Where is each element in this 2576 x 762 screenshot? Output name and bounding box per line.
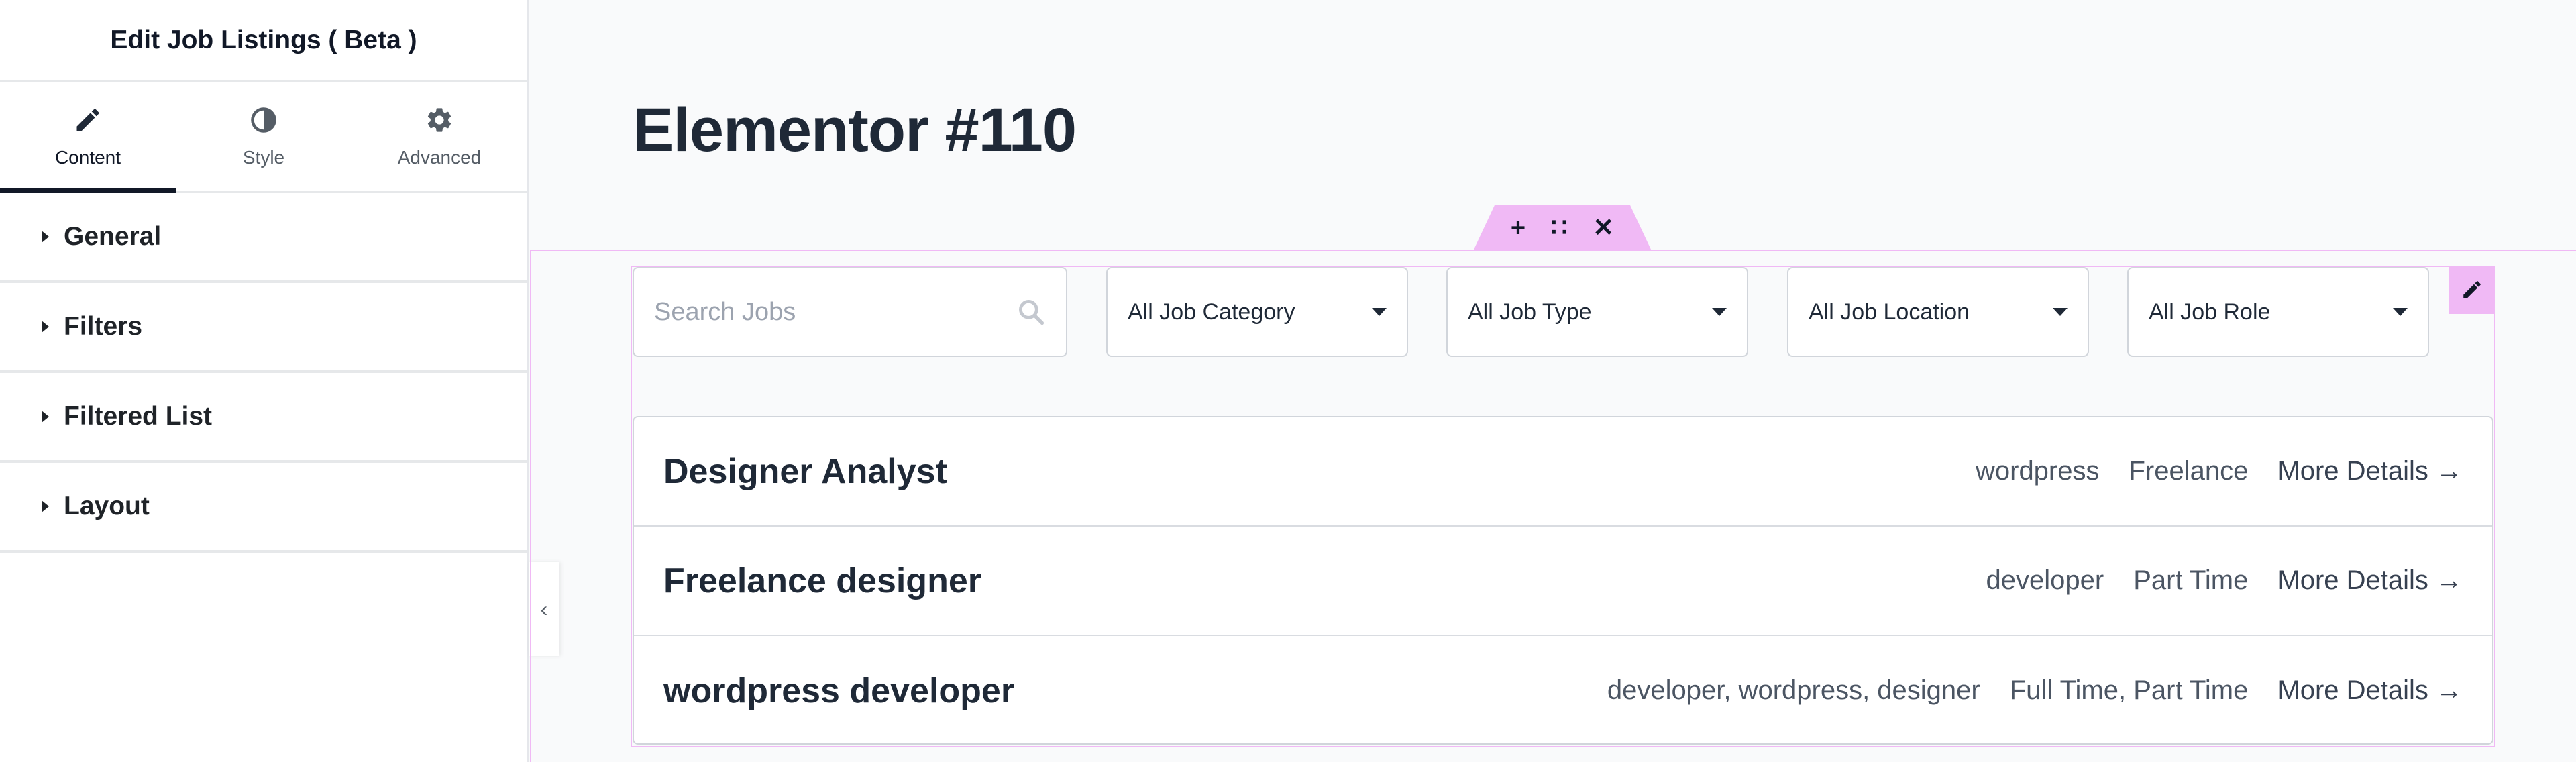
job-type: Full Time, Part Time	[2009, 675, 2249, 705]
half-circle-icon	[251, 107, 276, 133]
section-filtered-list[interactable]: Filtered List	[0, 373, 527, 463]
select-value: All Job Category	[1128, 298, 1295, 325]
add-section-icon[interactable]: +	[1511, 215, 1525, 241]
more-details-link[interactable]: More Details →	[2277, 565, 2463, 596]
caret-down-icon	[2053, 308, 2068, 316]
panel-tabs: Content Style Advanced	[0, 82, 527, 193]
caret-down-icon	[2393, 308, 2408, 316]
caret-right-icon	[42, 321, 49, 333]
pencil-icon	[2463, 281, 2481, 298]
job-row: Designer Analyst wordpress Freelance Mor…	[634, 417, 2492, 527]
section-general[interactable]: General	[0, 193, 527, 283]
section-label: Filters	[64, 312, 143, 341]
job-type-select[interactable]: All Job Type	[1446, 267, 1748, 357]
tab-advanced-label: Advanced	[397, 146, 482, 168]
tab-content[interactable]: Content	[0, 82, 176, 193]
tab-content-label: Content	[54, 146, 121, 168]
select-value: All Job Location	[1809, 298, 1970, 325]
caret-right-icon	[42, 411, 49, 423]
section-filters[interactable]: Filters	[0, 283, 527, 373]
drag-section-icon[interactable]: ∷	[1551, 215, 1567, 241]
job-location-select[interactable]: All Job Location	[1787, 267, 2089, 357]
more-details-link[interactable]: More Details →	[2277, 456, 2463, 486]
search-jobs-input[interactable]: Search Jobs	[633, 267, 1067, 357]
section-handle: + ∷ ✕	[1473, 205, 1652, 251]
section-label: Layout	[64, 492, 150, 521]
search-icon	[1019, 300, 1044, 325]
edit-widget-button[interactable]	[2449, 266, 2496, 314]
section-label: Filtered List	[64, 402, 213, 431]
job-title[interactable]: Freelance designer	[663, 561, 1957, 601]
tab-advanced[interactable]: Advanced	[352, 82, 527, 191]
more-details-link[interactable]: More Details →	[2277, 675, 2463, 706]
job-list: Designer Analyst wordpress Freelance Mor…	[633, 416, 2493, 745]
select-value: All Job Type	[1468, 298, 1592, 325]
job-row: wordpress developer developer, wordpress…	[634, 636, 2492, 745]
page-title: Elementor #110	[633, 96, 1077, 164]
caret-down-icon	[1372, 308, 1387, 316]
pencil-icon	[76, 108, 99, 131]
job-row: Freelance designer developer Part Time M…	[634, 527, 2492, 636]
section-layout[interactable]: Layout	[0, 463, 527, 553]
job-categories: wordpress	[1975, 456, 2100, 486]
panel-title: Edit Job Listings ( Beta )	[0, 0, 527, 82]
search-placeholder: Search Jobs	[654, 297, 796, 326]
job-title[interactable]: wordpress developer	[663, 671, 1578, 711]
gear-icon	[427, 107, 451, 132]
editor-panel: Edit Job Listings ( Beta ) Content Style…	[0, 0, 529, 762]
caret-down-icon	[1712, 308, 1727, 316]
job-categories: developer	[1986, 565, 2104, 595]
job-title[interactable]: Designer Analyst	[663, 451, 1946, 492]
caret-right-icon	[42, 500, 49, 512]
job-categories: developer, wordpress, designer	[1607, 675, 1980, 705]
job-type: Freelance	[2129, 456, 2249, 486]
tab-style[interactable]: Style	[176, 82, 352, 191]
section-label: General	[64, 222, 162, 251]
delete-section-icon[interactable]: ✕	[1593, 215, 1614, 241]
tab-style-label: Style	[242, 146, 285, 168]
select-value: All Job Role	[2149, 298, 2271, 325]
job-category-select[interactable]: All Job Category	[1106, 267, 1408, 357]
job-type: Part Time	[2133, 565, 2249, 595]
caret-right-icon	[42, 231, 49, 243]
job-role-select[interactable]: All Job Role	[2127, 267, 2429, 357]
